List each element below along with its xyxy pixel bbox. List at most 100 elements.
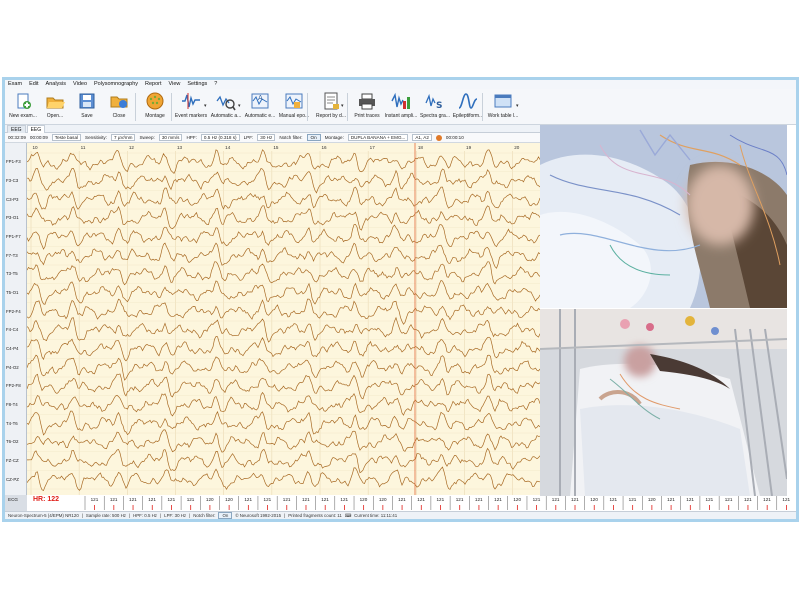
beat-rate-label: 121 [187, 497, 195, 502]
channel-label[interactable]: F8-T4 [6, 402, 27, 407]
tab-eeg-1[interactable]: EEG [7, 125, 26, 133]
channel-label[interactable]: FP2-F4 [6, 309, 27, 314]
beat-rate-label: 121 [475, 497, 483, 502]
sensitivity-select[interactable]: 7 µV/mm [111, 134, 136, 141]
menu-report[interactable]: Report [145, 80, 162, 89]
channel-label[interactable]: C3-P3 [6, 197, 27, 202]
montage-select[interactable]: DUPLA BANANA + EMG... [347, 134, 409, 141]
new-exam-label: New exam... [9, 113, 37, 119]
channel-label[interactable]: F7-T3 [6, 253, 27, 258]
automatic-analysis-label: Automatic a... [210, 113, 242, 119]
toolbar-separator [171, 93, 172, 121]
menu-bar: Exam Edit Analysis Video Polysomnography Repo… [5, 80, 796, 89]
instant-amplitude-button[interactable]: Instant ampli... [385, 91, 417, 123]
dropdown-caret-icon[interactable]: ▾ [516, 103, 519, 109]
channel-label[interactable]: P3-O1 [6, 215, 27, 220]
dropdown-caret-icon[interactable]: ▾ [341, 103, 344, 109]
menu-video[interactable]: Video [73, 80, 87, 89]
beat-rate-label: 120 [513, 497, 521, 502]
menu-polysomnography[interactable]: Polysomnography [94, 80, 138, 89]
channel-label[interactable]: T5-O1 [6, 290, 27, 295]
lpf-select[interactable]: 30 Hz [257, 134, 276, 141]
channel-label[interactable]: T4-T6 [6, 421, 27, 426]
menu-settings[interactable]: Settings [187, 80, 207, 89]
channel-label[interactable]: F4-C4 [6, 327, 27, 332]
beat-rate-label: 121 [494, 497, 502, 502]
new-exam-button[interactable]: New exam... [7, 91, 39, 123]
beat-rate-label: 121 [725, 497, 733, 502]
toolbar-separator [482, 93, 483, 121]
menu-view[interactable]: View [169, 80, 181, 89]
event-markers-button[interactable]: Event markers [175, 91, 207, 123]
channel-label-column: FP1-F3 F3-C3 C3-P3 P3-O1 FP1-F7 F7-T3 T3-T5 T5-… [5, 143, 27, 495]
epileptiform-button[interactable]: Epileptiform... [452, 91, 484, 123]
channel-label[interactable]: T6-O2 [6, 439, 27, 444]
dropdown-caret-icon[interactable]: ▾ [238, 103, 241, 109]
printer-button[interactable]: Print traces [351, 91, 383, 123]
video-panel-margin [787, 125, 796, 496]
hpf-select[interactable]: 0.5 Hz (0.318 s) [200, 134, 240, 141]
channel-label[interactable]: CZ-PZ [6, 477, 27, 482]
record-indicator-icon [435, 134, 442, 141]
epileptiform-label: Epileptiform... [452, 113, 484, 119]
beat-rate-label: 121 [167, 497, 175, 502]
video-feed-room[interactable] [540, 309, 787, 496]
notch-filter-toggle[interactable]: On [306, 134, 321, 141]
eeg-traces-panel[interactable]: FP1-F3 F3-C3 C3-P3 P3-O1 FP1-F7 F7-T3 T3-T5 T5-… [5, 143, 540, 495]
beat-rate-label: 120 [206, 497, 214, 502]
menu-edit[interactable]: Edit [29, 80, 38, 89]
channel-label[interactable]: FP2-F8 [6, 383, 27, 388]
channel-label[interactable]: P4-O2 [6, 365, 27, 370]
status-notch-toggle[interactable]: On [218, 512, 233, 519]
channel-label[interactable]: F3-C3 [6, 178, 27, 183]
menu-help[interactable]: ? [214, 80, 217, 89]
beat-rate-label: 121 [283, 497, 291, 502]
eeg-waveform-canvas[interactable]: 10 11 12 13 14 15 16 17 18 19 20 [27, 143, 540, 495]
close-folder-icon [110, 96, 128, 108]
test-select[interactable]: Teste basal [51, 134, 82, 141]
beat-rate-label: 121 [686, 497, 694, 502]
beat-rate-label: 121 [763, 497, 771, 502]
notch-filter-label: Notch filter: [279, 135, 303, 140]
spectra-graph-button[interactable]: S Spectra gra... [419, 91, 451, 123]
time-tick-label: 18 [418, 145, 424, 150]
open-folder-button[interactable]: Open... [39, 91, 71, 123]
beat-rate-label: 121 [609, 497, 617, 502]
menu-exam[interactable]: Exam [8, 80, 22, 89]
beat-rate-label: 120 [379, 497, 387, 502]
epileptiform-icon [458, 93, 478, 109]
svg-text:A: A [258, 94, 263, 102]
svg-text:S: S [436, 101, 442, 111]
beat-rate-label: 120 [590, 497, 598, 502]
channel-label[interactable]: FP1-F7 [6, 234, 27, 239]
channel-label[interactable]: FP1-F3 [6, 159, 27, 164]
time-tick-label: 17 [370, 145, 376, 150]
time-tick-label: 12 [129, 145, 135, 150]
video-closeup-image [540, 125, 787, 308]
beat-rate-label: 121 [264, 497, 272, 502]
beat-rate-label: 120 [225, 497, 233, 502]
save-disk-button[interactable]: Save [71, 91, 103, 123]
channel-label[interactable]: T3-T5 [6, 271, 27, 276]
menu-analysis[interactable]: Analysis [46, 80, 66, 89]
printed-fragments: Printed fragments count: 11 [288, 513, 342, 518]
beat-rate-label: 121 [244, 497, 252, 502]
automatic-epochs-button[interactable]: A Automatic e... [244, 91, 276, 123]
montage-head-button[interactable]: Montage [139, 91, 171, 123]
beat-rate-label: 121 [417, 497, 425, 502]
ecg-channel-label: ECG [8, 497, 18, 502]
close-folder-button[interactable]: Close [103, 91, 135, 123]
tab-strip: EEG EEG [5, 125, 540, 133]
dropdown-caret-icon[interactable]: ▾ [204, 103, 207, 109]
work-table-button[interactable]: Work table l... [487, 91, 519, 123]
time-tick-label: 20 [514, 145, 520, 150]
reference-select[interactable]: A1, A2 [412, 134, 432, 141]
video-feed-closeup[interactable] [540, 125, 787, 308]
heart-rate-readout: HR: 122 [33, 496, 59, 503]
status-hpf: HPF: 0.5 Hz [133, 513, 157, 518]
tab-eeg-2[interactable]: EEG [26, 125, 46, 133]
channel-label[interactable]: C4-P4 [6, 346, 27, 351]
manual-epochs-button[interactable]: Manual epo... [278, 91, 310, 123]
sweep-select[interactable]: 30 mm/s [158, 134, 183, 141]
channel-label[interactable]: FZ-CZ [6, 458, 27, 463]
